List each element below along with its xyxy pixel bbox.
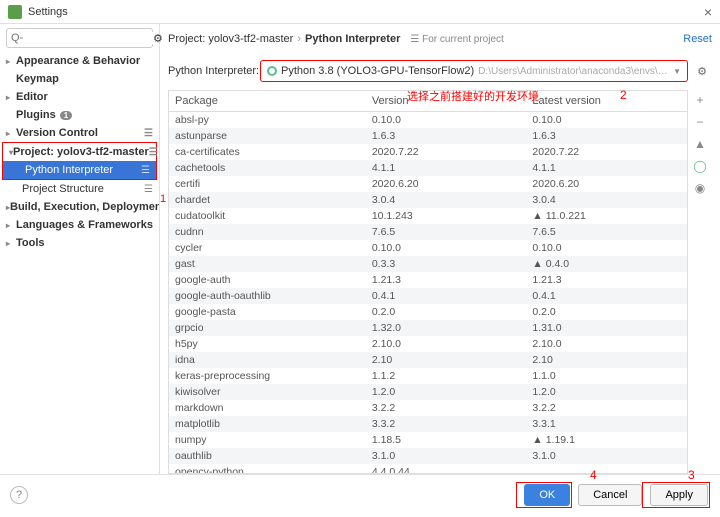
crumb-project[interactable]: Project: yolov3-tf2-master (168, 33, 293, 45)
col-package[interactable]: Package (169, 91, 366, 111)
interpreter-label: Python Interpreter: (168, 65, 260, 77)
table-row[interactable]: google-auth1.21.31.21.3 (169, 272, 687, 288)
annotation-2: 2 (620, 88, 627, 102)
table-row[interactable]: google-auth-oauthlib0.4.10.4.1 (169, 288, 687, 304)
table-row[interactable]: opencv-python4.4.0.44 (169, 464, 687, 474)
col-latest[interactable]: Latest version (526, 91, 687, 111)
table-row[interactable]: numpy1.18.5▲ 1.19.1 (169, 432, 687, 448)
table-row[interactable]: grpcio1.32.01.31.0 (169, 320, 687, 336)
table-row[interactable]: idna2.102.10 (169, 352, 687, 368)
annotation-3: 3 (688, 468, 695, 482)
gear-icon: ☰ (144, 128, 153, 139)
close-icon[interactable]: × (704, 4, 712, 20)
annotation-1: 1 (160, 193, 166, 205)
plugins-badge: 1 (60, 111, 72, 120)
tree-project-structure[interactable]: Project Structure☰ (0, 180, 159, 198)
tree-plugins[interactable]: Plugins1 (0, 106, 159, 124)
tree-tools[interactable]: ▸Tools (0, 234, 159, 252)
table-row[interactable]: astunparse1.6.31.6.3 (169, 128, 687, 144)
table-row[interactable]: chardet3.0.43.0.4 (169, 192, 687, 208)
window-title: Settings (28, 6, 704, 18)
interpreter-path: D:\Users\Administrator\anaconda3\envs\YO… (478, 66, 673, 77)
add-package-button[interactable]: + (691, 92, 709, 108)
table-row[interactable]: kiwisolver1.2.01.2.0 (169, 384, 687, 400)
tree-keymap[interactable]: Keymap (0, 70, 159, 88)
app-icon (8, 5, 22, 19)
tree-appearance[interactable]: ▸Appearance & Behavior (0, 52, 159, 70)
tree-build[interactable]: ▸Build, Execution, Deployment (0, 198, 159, 216)
dialog-footer: ? OK Cancel Apply (0, 474, 720, 514)
cancel-button[interactable]: Cancel (578, 484, 642, 506)
tree-project[interactable]: ▾Project: yolov3-tf2-master☰ (3, 143, 156, 161)
table-row[interactable]: h5py2.10.02.10.0 (169, 336, 687, 352)
upgrade-package-button[interactable]: ▲ (691, 136, 709, 152)
show-early-button[interactable]: ◉ (691, 180, 709, 196)
chevron-right-icon: › (297, 33, 301, 45)
table-row[interactable]: google-pasta0.2.00.2.0 (169, 304, 687, 320)
interpreter-settings-button[interactable]: ⚙ (692, 65, 712, 78)
annotation-chinese: 选择之前搭建好的开发环境 (407, 88, 539, 104)
search-box[interactable]: ⚙ (6, 28, 153, 48)
reset-link[interactable]: Reset (683, 33, 712, 45)
search-input[interactable] (11, 32, 153, 44)
table-row[interactable]: markdown3.2.23.2.2 (169, 400, 687, 416)
table-row[interactable]: keras-preprocessing1.1.21.1.0 (169, 368, 687, 384)
interpreter-dropdown[interactable]: Python 3.8 (YOLO3-GPU-TensorFlow2) D:\Us… (260, 60, 688, 82)
crumb-page: Python Interpreter (305, 33, 400, 45)
package-toolbar: + − ▲ ◯ ◉ (688, 90, 712, 474)
table-row[interactable]: absl-py0.10.00.10.0 (169, 112, 687, 128)
apply-button[interactable]: Apply (650, 484, 708, 506)
table-row[interactable]: cycler0.10.00.10.0 (169, 240, 687, 256)
settings-tree: ▸Appearance & Behavior Keymap ▸Editor Pl… (0, 52, 159, 474)
conda-button[interactable]: ◯ (691, 158, 709, 174)
tree-editor[interactable]: ▸Editor (0, 88, 159, 106)
annotation-4: 4 (590, 468, 597, 482)
table-row[interactable]: matplotlib3.3.23.3.1 (169, 416, 687, 432)
package-table[interactable]: Package Version Latest version absl-py0.… (168, 90, 688, 474)
ok-button[interactable]: OK (524, 484, 570, 506)
table-row[interactable]: certifi2020.6.202020.6.20 (169, 176, 687, 192)
table-row[interactable]: gast0.3.3▲ 0.4.0 (169, 256, 687, 272)
help-button[interactable]: ? (10, 486, 28, 504)
tree-languages[interactable]: ▸Languages & Frameworks (0, 216, 159, 234)
breadcrumb: Project: yolov3-tf2-master › Python Inte… (168, 28, 712, 50)
table-row[interactable]: ca-certificates2020.7.222020.7.22 (169, 144, 687, 160)
table-row[interactable]: oauthlib3.1.03.1.0 (169, 448, 687, 464)
sidebar: ⚙ ▸Appearance & Behavior Keymap ▸Editor … (0, 24, 160, 474)
gear-icon: ☰ (149, 147, 158, 158)
table-row[interactable]: cachetools4.1.14.1.1 (169, 160, 687, 176)
gear-icon: ☰ (144, 184, 153, 195)
table-row[interactable]: cudatoolkit10.1.243▲ 11.0.221 (169, 208, 687, 224)
tree-version-control[interactable]: ▸Version Control☰ (0, 124, 159, 142)
python-icon (267, 66, 277, 76)
table-row[interactable]: cudnn7.6.57.6.5 (169, 224, 687, 240)
remove-package-button[interactable]: − (691, 114, 709, 130)
tree-python-interpreter[interactable]: Python Interpreter☰ (3, 161, 156, 179)
chevron-down-icon: ▼ (673, 67, 681, 76)
interpreter-name: Python 3.8 (YOLO3-GPU-TensorFlow2) (281, 65, 474, 77)
for-current-project: ☰ For current project (410, 34, 503, 45)
gear-icon: ☰ (141, 165, 150, 176)
